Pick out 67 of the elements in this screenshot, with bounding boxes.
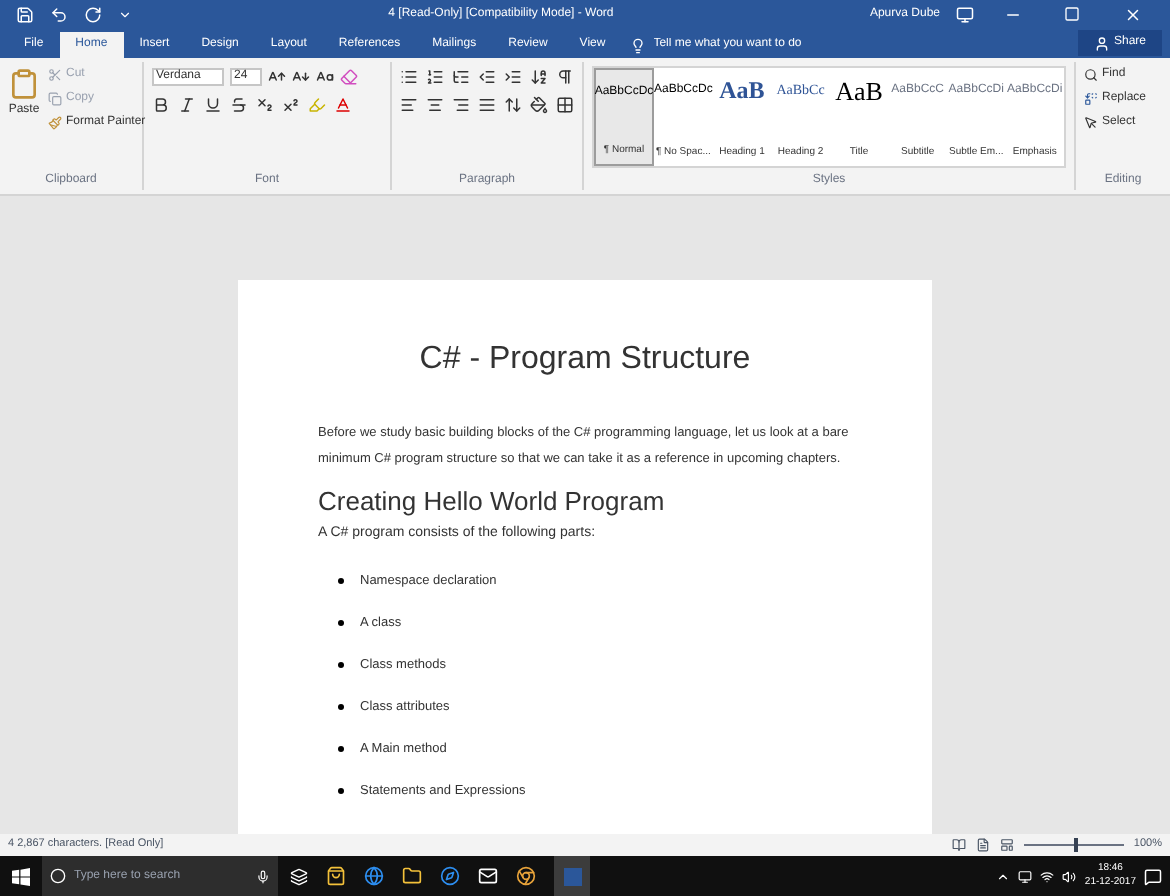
restore-icon (1064, 6, 1080, 22)
bullet-icon (338, 662, 344, 668)
save-icon[interactable] (16, 5, 34, 23)
bullet-icon (338, 704, 344, 710)
multilevel-list-icon[interactable] (452, 68, 470, 86)
print-layout-icon[interactable] (975, 838, 990, 852)
font-color-icon[interactable] (334, 96, 352, 114)
line-spacing-icon[interactable] (504, 96, 522, 114)
sort-icon[interactable] (530, 68, 548, 86)
compass-icon[interactable] (440, 866, 460, 886)
clipboard-icon (8, 66, 40, 102)
paintbrush-icon (48, 116, 62, 130)
borders-icon[interactable] (556, 96, 574, 114)
store-icon[interactable] (326, 866, 346, 886)
change-case-icon[interactable] (316, 68, 334, 86)
align-center-icon[interactable] (426, 96, 444, 114)
copy-icon (48, 92, 62, 106)
start-icon[interactable] (12, 867, 30, 885)
network-icon[interactable] (1018, 869, 1033, 883)
chevron-up-icon[interactable] (996, 869, 1011, 883)
superscript-icon[interactable] (282, 96, 300, 114)
customize-icon[interactable] (118, 7, 132, 21)
mail-icon[interactable] (478, 866, 498, 886)
person-icon (1093, 35, 1110, 51)
bullet-icon (338, 788, 344, 794)
undo-icon[interactable] (50, 5, 68, 23)
subscript-icon[interactable] (256, 96, 274, 114)
task-view-icon[interactable] (290, 867, 308, 885)
strikethrough-icon[interactable] (230, 96, 248, 114)
align-left-icon[interactable] (400, 96, 418, 114)
redo-icon[interactable] (84, 5, 102, 23)
pointer-icon (1084, 116, 1098, 130)
bullet-icon (338, 620, 344, 626)
bullets-icon[interactable] (400, 68, 418, 86)
shading-icon[interactable] (530, 96, 548, 114)
read-mode-icon[interactable] (951, 838, 966, 852)
shrink-font-icon[interactable] (292, 68, 310, 86)
pilcrow-icon[interactable] (556, 68, 574, 86)
increase-indent-icon[interactable] (504, 68, 522, 86)
volume-icon[interactable] (1062, 869, 1077, 883)
clear-formatting-icon[interactable] (340, 68, 358, 86)
zoom-thumb[interactable] (1073, 838, 1078, 852)
wifi-icon[interactable] (1040, 869, 1055, 883)
cortana-circle-icon[interactable] (50, 868, 66, 884)
bullet-icon (338, 746, 344, 752)
document-title: C# - Program Structure (417, 340, 753, 380)
web-layout-icon[interactable] (999, 838, 1014, 852)
numbering-icon[interactable] (426, 68, 444, 86)
search-icon (1084, 68, 1098, 82)
justify-icon[interactable] (478, 96, 496, 114)
grow-font-icon[interactable] (268, 68, 286, 86)
chrome-icon[interactable] (516, 866, 536, 886)
bold-icon[interactable] (152, 96, 170, 114)
lightbulb-icon (629, 37, 646, 53)
underline-icon[interactable] (204, 96, 222, 114)
microphone-icon[interactable] (256, 869, 270, 883)
close-icon (1123, 5, 1141, 23)
align-right-icon[interactable] (452, 96, 470, 114)
browser-icon[interactable] (364, 866, 384, 886)
scissors-icon (48, 68, 62, 82)
notifications-icon[interactable] (1144, 867, 1162, 885)
bullet-icon (338, 578, 344, 584)
document-heading: Creating Hello World Program (318, 484, 667, 520)
folder-icon[interactable] (402, 866, 422, 886)
decrease-indent-icon[interactable] (478, 68, 496, 86)
italic-icon[interactable] (178, 96, 196, 114)
ribbon-display-icon[interactable] (956, 5, 974, 23)
